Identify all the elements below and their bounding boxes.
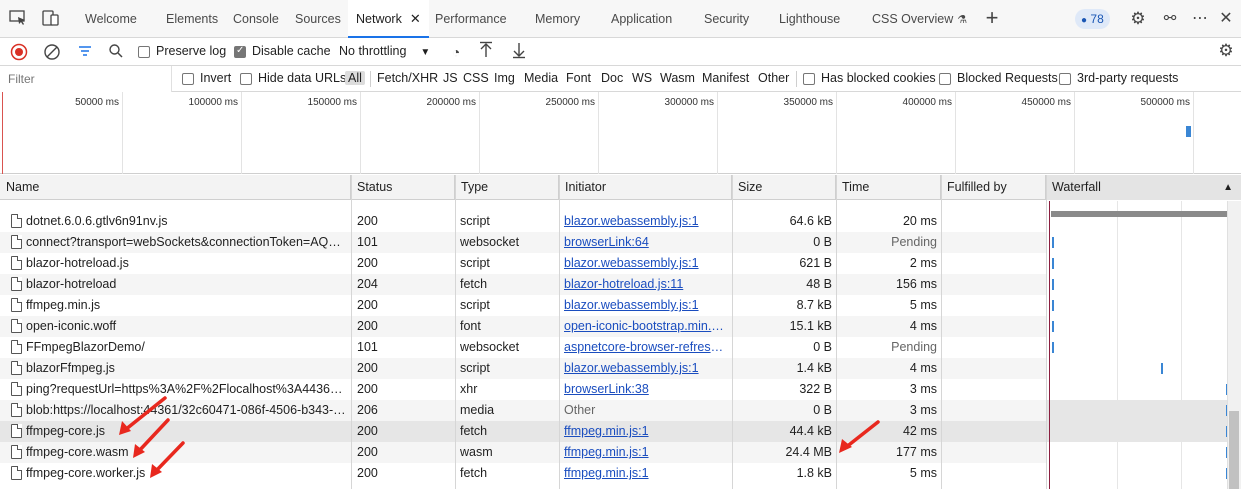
arrow-core-worker <box>153 441 185 474</box>
arrowhead-size-wasm <box>839 439 852 453</box>
arrow-core-wasm <box>136 418 170 454</box>
arrow-size-wasm <box>843 420 880 450</box>
arrow-core-js <box>123 396 167 432</box>
annotation-arrows <box>119 396 880 478</box>
